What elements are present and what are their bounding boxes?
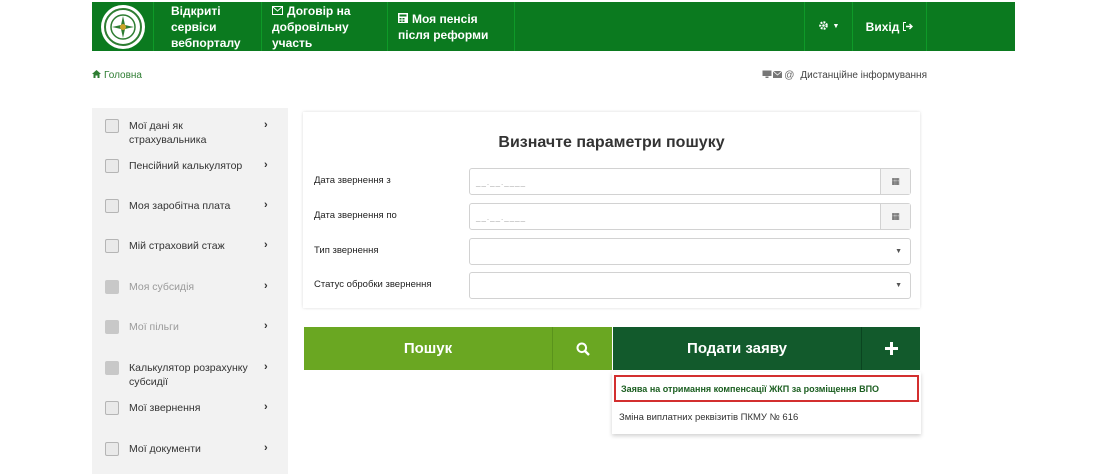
home-icon <box>92 70 101 81</box>
document-icon <box>105 119 119 133</box>
date-to-input[interactable]: __.__.____ ▦ <box>469 203 911 230</box>
sidebar-item-label: Пенсійний калькулятор <box>129 160 243 172</box>
remote-information-label: Дистанційне інформування <box>800 70 927 81</box>
caret-down-icon: ▼ <box>895 282 902 289</box>
calendar-icon[interactable]: ▦ <box>880 169 910 194</box>
calculator-icon <box>105 159 119 173</box>
breadcrumb[interactable]: Головна <box>92 70 142 81</box>
envelope-icon <box>105 401 119 415</box>
sidebar-item-label: Моя субсидія <box>129 281 195 293</box>
logo[interactable] <box>92 2 154 51</box>
search-parameters-panel: Визначте параметри пошуку Дата звернення… <box>303 112 920 308</box>
top-navigation-bar: Відкриті сервіси вебпорталу Договір на д… <box>92 2 1015 51</box>
sidebar-item-label: Мої звернення <box>129 402 201 414</box>
monitor-icon <box>762 70 772 81</box>
chevron-right-icon: › <box>264 239 268 251</box>
sidebar-item-label: Моя заробітна плата <box>129 200 231 212</box>
sidebar-item-label: Мої пільги <box>129 321 179 333</box>
sign-out-icon <box>903 20 914 34</box>
sidebar-item-benefits[interactable]: Мої пільги › <box>92 320 288 340</box>
nav-my-pension[interactable]: Моя пенсія після реформи <box>388 2 515 51</box>
application-type-dropdown: Заява на отримання компенсації ЖКП за ро… <box>612 372 921 434</box>
date-from-row: Дата звернення з __.__.____ ▦ <box>303 168 920 195</box>
appeal-type-row: Тип звернення ▼ <box>303 238 920 265</box>
submit-application-button[interactable]: Подати заяву <box>613 327 920 370</box>
wallet-icon <box>105 199 119 213</box>
sidebar: Мої дані як страхувальника › Пенсійний к… <box>92 108 288 474</box>
dropdown-item-change-payment-details[interactable]: Зміна виплатних реквізитів ПКМУ № 616 <box>619 412 798 423</box>
date-to-label: Дата звернення по <box>314 210 397 221</box>
sidebar-item-appeals[interactable]: Мої звернення › <box>92 401 288 421</box>
sidebar-item-label: Калькулятор розрахунку субсидії <box>129 362 248 388</box>
sidebar-item-documents[interactable]: Мої документи › <box>92 442 288 462</box>
panel-title: Визначте параметри пошуку <box>498 134 725 151</box>
folder-icon <box>105 361 119 375</box>
chevron-right-icon: › <box>264 280 268 292</box>
nav-voluntary-contract-line1: Договір на <box>287 3 351 18</box>
sidebar-item-label: Мій страховий стаж <box>129 240 225 252</box>
search-button[interactable]: Пошук <box>304 327 612 370</box>
settings-menu[interactable]: ▼ <box>805 2 853 51</box>
chevron-right-icon: › <box>264 401 268 413</box>
folder-icon <box>105 280 119 294</box>
nav-open-services[interactable]: Відкриті сервіси вебпорталу <box>154 2 262 51</box>
date-from-placeholder: __.__.____ <box>476 178 527 187</box>
plus-icon <box>862 327 920 370</box>
sidebar-item-label: Мої документи <box>129 443 201 455</box>
calculator-icon <box>398 11 408 27</box>
appeal-type-select[interactable]: ▼ <box>469 238 911 265</box>
chevron-right-icon: › <box>264 361 268 373</box>
document-icon <box>105 442 119 456</box>
processing-status-row: Статус обробки звернення ▼ <box>303 272 920 299</box>
at-icon: @ <box>784 70 795 81</box>
envelope-icon <box>272 3 283 19</box>
search-button-label: Пошук <box>304 327 553 370</box>
exit-button[interactable]: Вихід <box>853 2 927 51</box>
sidebar-item-subsidy-calculator[interactable]: Калькулятор розрахунку субсидії › <box>92 361 288 391</box>
chevron-right-icon: › <box>264 320 268 332</box>
date-from-label: Дата звернення з <box>314 175 391 186</box>
chevron-down-icon: ▼ <box>832 23 840 30</box>
pension-fund-emblem-icon <box>100 4 145 49</box>
nav-my-pension-line2: після реформи <box>398 27 489 42</box>
sidebar-item-salary[interactable]: Моя заробітна плата › <box>92 199 288 219</box>
calendar-icon <box>105 239 119 253</box>
nav-open-services-line1: Відкриті сервіси <box>171 3 221 34</box>
envelope-icon <box>772 70 783 81</box>
chevron-right-icon: › <box>264 199 268 211</box>
sidebar-item-insurance-record[interactable]: Мій страховий стаж › <box>92 239 288 259</box>
processing-status-label: Статус обробки звернення <box>314 279 432 290</box>
date-to-placeholder: __.__.____ <box>476 213 527 222</box>
processing-status-select[interactable]: ▼ <box>469 272 911 299</box>
remote-information-link[interactable]: @ Дистанційне інформування <box>762 70 927 81</box>
sidebar-item-label: Мої дані як страхувальника <box>129 120 207 146</box>
chevron-right-icon: › <box>264 119 268 131</box>
appeal-type-label: Тип звернення <box>314 245 379 256</box>
nav-voluntary-contract-line2: добровільну участь <box>272 19 349 50</box>
calendar-icon[interactable]: ▦ <box>880 204 910 229</box>
caret-down-icon: ▼ <box>895 248 902 255</box>
sidebar-item-pension-calculator[interactable]: Пенсійний калькулятор › <box>92 159 288 179</box>
nav-open-services-line2: вебпорталу <box>171 35 241 50</box>
date-to-row: Дата звернення по __.__.____ ▦ <box>303 203 920 230</box>
nav-my-pension-line1: Моя пенсія <box>412 11 478 26</box>
date-from-input[interactable]: __.__.____ ▦ <box>469 168 911 195</box>
exit-label: Вихід <box>865 19 900 34</box>
breadcrumb-home[interactable]: Головна <box>104 70 142 81</box>
search-icon <box>553 327 612 370</box>
chevron-right-icon: › <box>264 159 268 171</box>
dropdown-item-idp-compensation[interactable]: Заява на отримання компенсації ЖКП за ро… <box>614 375 919 402</box>
chevron-right-icon: › <box>264 442 268 454</box>
folder-icon <box>105 320 119 334</box>
gear-icon <box>818 20 829 34</box>
nav-spacer <box>515 2 805 51</box>
nav-tail <box>927 2 1015 51</box>
sidebar-item-subsidy[interactable]: Моя субсидія › <box>92 280 288 300</box>
sidebar-item-insurer-data[interactable]: Мої дані як страхувальника › <box>92 119 288 146</box>
nav-voluntary-contract[interactable]: Договір на добровільну участь <box>262 2 388 51</box>
submit-application-label: Подати заяву <box>613 327 862 370</box>
